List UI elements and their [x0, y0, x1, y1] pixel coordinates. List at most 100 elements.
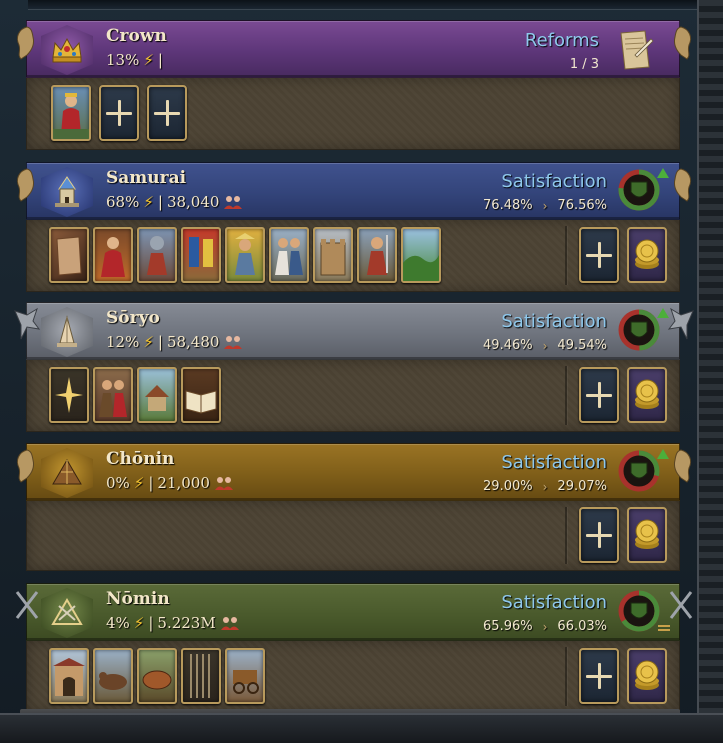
estate-name: Crown [106, 26, 167, 46]
trend-up-icon [657, 449, 669, 459]
add-privilege-slot[interactable] [579, 507, 619, 563]
lion-ornament-icon [16, 26, 34, 60]
privilege-card[interactable] [225, 227, 265, 283]
add-privilege-slot[interactable] [579, 227, 619, 283]
population-value: 38,040 [166, 193, 220, 211]
cart-icon [233, 670, 259, 694]
privilege-card[interactable] [181, 367, 221, 423]
add-privilege-slot[interactable] [147, 85, 187, 141]
plus-icon [586, 382, 612, 408]
satisfaction-label: Satisfaction [501, 452, 607, 473]
estate-header[interactable]: Sōryo 12% ⚡ | 58,480 Satisfaction 49.46%… [14, 302, 694, 360]
privilege-card[interactable] [49, 648, 89, 704]
satisfaction-current: 49.46% [483, 338, 533, 353]
gold-coins-icon [635, 239, 659, 269]
estate-name: Chōnin [106, 449, 175, 469]
privilege-card[interactable] [313, 227, 353, 283]
monastery-icon [145, 385, 169, 411]
satisfaction-target: 29.07% [557, 479, 607, 494]
population-value: 58,480 [166, 333, 220, 351]
tortoise-icon [142, 670, 172, 690]
praying-hands-icon [41, 307, 93, 357]
estate-header[interactable]: Samurai 68% ⚡ | 38,040 Satisfaction 76.4… [16, 162, 692, 220]
spears-icon [190, 654, 210, 698]
crossed-axes-ornament-icon [15, 591, 39, 619]
stat-separator: | [148, 614, 154, 632]
privilege-card[interactable] [137, 227, 177, 283]
chevron-right-icon: › [542, 338, 548, 353]
reforms-label[interactable]: Reforms [525, 30, 599, 51]
estate-header[interactable]: Nōmin 4% ⚡ | 5.223M Satisfaction 65.96% … [15, 583, 693, 641]
privilege-card[interactable] [401, 227, 441, 283]
plus-icon [586, 242, 612, 268]
satisfaction-ring[interactable] [617, 589, 661, 633]
scroll-icon [56, 236, 82, 276]
chevron-right-icon: › [542, 479, 548, 494]
estate-stats: 12% ⚡ | 58,480 [106, 333, 243, 351]
privilege-card[interactable] [137, 648, 177, 704]
population-value: 5.223M [157, 614, 216, 632]
estate-body [26, 641, 680, 713]
population-value: 21,000 [157, 474, 210, 492]
estate-body [26, 360, 680, 432]
monarch-portrait-icon [53, 93, 89, 139]
privilege-card[interactable] [93, 648, 133, 704]
add-privilege-slot[interactable] [579, 648, 619, 704]
add-privilege-slot[interactable] [99, 85, 139, 141]
estate-name: Nōmin [106, 589, 170, 609]
power-value: 68% [106, 193, 140, 211]
monks-icon [99, 380, 127, 417]
merchant-tent-icon [41, 448, 93, 498]
lightning-icon: ⚡ [143, 333, 154, 351]
estate-nomin: Nōmin 4% ⚡ | 5.223M Satisfaction 65.96% … [15, 583, 693, 713]
power-value: 4% [106, 614, 130, 632]
estate-header[interactable]: Crown 13% ⚡ | Reforms 1 / 3 [16, 20, 692, 78]
fortress-icon [320, 239, 346, 276]
satisfaction-target: 66.03% [557, 619, 607, 634]
privilege-card[interactable] [51, 85, 91, 141]
add-privilege-slot[interactable] [579, 367, 619, 423]
treasury-button[interactable] [627, 227, 667, 283]
estate-stats: 68% ⚡ | 38,040 [106, 193, 243, 211]
treasury-button[interactable] [627, 648, 667, 704]
privilege-card[interactable] [49, 227, 89, 283]
estate-body [26, 78, 680, 150]
plus-icon [586, 522, 612, 548]
privilege-card[interactable] [357, 227, 397, 283]
satisfaction-ring[interactable] [617, 308, 661, 352]
satisfaction-ring[interactable] [617, 168, 661, 212]
crossed-axes-ornament-icon [669, 591, 693, 619]
power-value: 0% [106, 474, 130, 492]
treasury-button[interactable] [627, 367, 667, 423]
power-value: 12% [106, 333, 140, 351]
population-icon [220, 617, 239, 630]
estate-stats: 4% ⚡ | 5.223M [106, 614, 240, 632]
lion-ornament-icon [16, 168, 34, 202]
population-icon [224, 336, 243, 349]
privilege-card[interactable] [137, 367, 177, 423]
privilege-card[interactable] [181, 227, 221, 283]
holy-book-icon [185, 390, 217, 414]
estate-stats: 0% ⚡ | 21,000 [106, 474, 234, 492]
privilege-card[interactable] [269, 227, 309, 283]
scroll-quill-icon[interactable] [615, 27, 655, 73]
treasury-button[interactable] [627, 507, 667, 563]
satisfaction-ring[interactable] [617, 449, 661, 493]
lightning-icon: ⚡ [143, 51, 154, 69]
estate-mask-icon [630, 602, 648, 619]
privilege-card[interactable] [225, 648, 265, 704]
satisfaction-target: 49.54% [557, 338, 607, 353]
gold-coins-icon [635, 660, 659, 690]
landscape-icon [403, 255, 439, 281]
banners-icon [189, 237, 213, 267]
privilege-card[interactable] [181, 648, 221, 704]
privilege-card[interactable] [93, 367, 133, 423]
gold-coins-icon [635, 379, 659, 409]
lion-ornament-icon [674, 26, 692, 60]
knight-icon [147, 236, 167, 275]
privilege-card[interactable] [93, 227, 133, 283]
estate-header[interactable]: Chōnin 0% ⚡ | 21,000 Satisfaction 29.00%… [16, 443, 692, 501]
estate-mask-icon [630, 462, 648, 479]
privilege-card[interactable] [49, 367, 89, 423]
lion-ornament-icon [16, 449, 34, 483]
